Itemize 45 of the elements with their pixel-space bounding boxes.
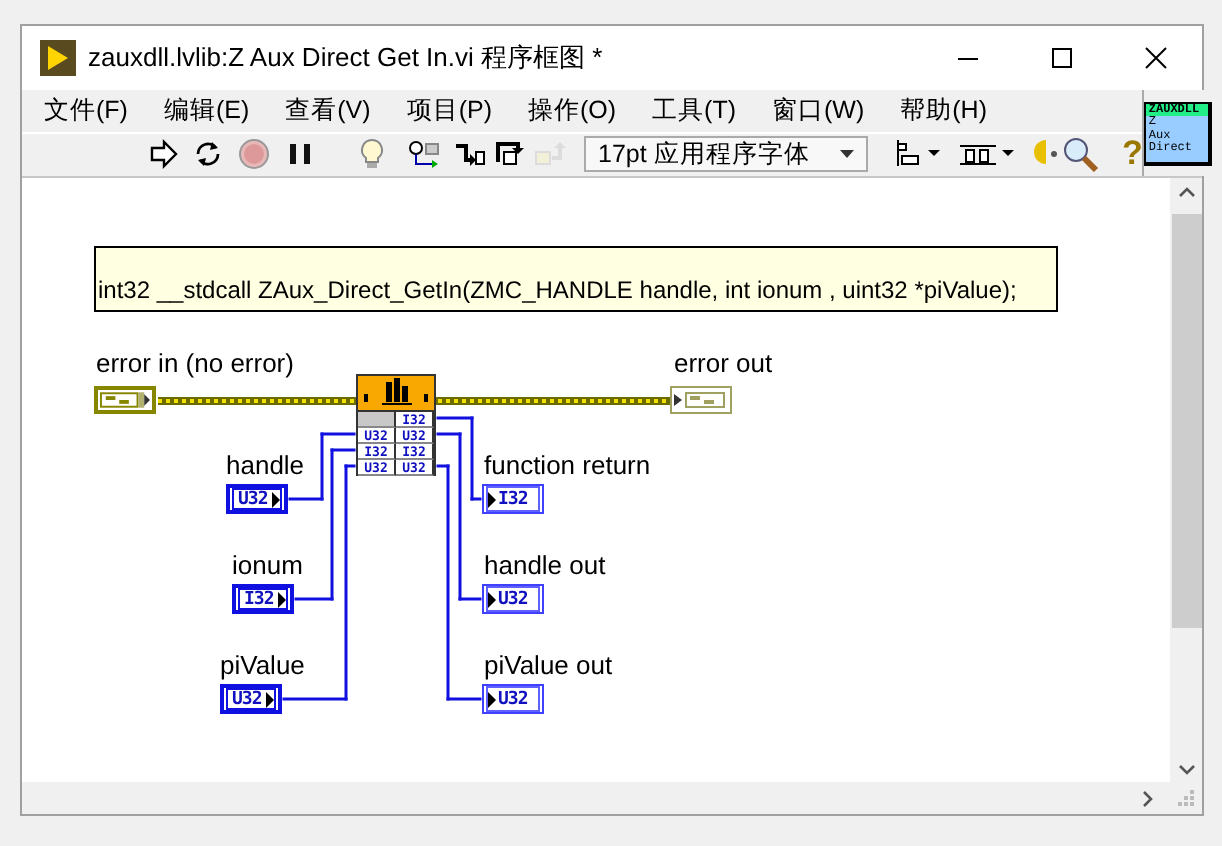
numeric-control[interactable]: U32 — [220, 684, 282, 714]
help-button[interactable]: ? — [1122, 136, 1143, 173]
control-label: handle — [226, 450, 305, 480]
resize-grip-icon — [1178, 790, 1194, 806]
run-continuous-icon[interactable] — [192, 138, 224, 171]
indicator-label: function return — [484, 450, 651, 480]
indicator-label: piValue out — [484, 650, 613, 680]
light-bulb-icon[interactable] — [356, 138, 388, 171]
error-out-terminal — [670, 386, 732, 414]
step-over-icon[interactable] — [494, 138, 526, 171]
app-logo-icon — [40, 40, 76, 76]
indicator-label: handle out — [484, 550, 606, 580]
error-in-terminal — [94, 386, 156, 414]
scroll-down-icon[interactable] — [1177, 764, 1195, 776]
close-icon[interactable] — [1143, 46, 1167, 70]
scrollbar-thumb[interactable] — [1171, 214, 1201, 628]
numeric-indicator: I32 — [482, 484, 544, 514]
menu-item[interactable]: 工具(T) — [634, 90, 755, 131]
window-title: zauxdll.lvlib:Z Aux Direct Get In.vi 程序框图 * — [88, 40, 605, 76]
font-dropdown[interactable]: 17pt 应用程序字体 — [584, 136, 868, 173]
menu-item[interactable]: 操作(O) — [509, 90, 635, 131]
menu-item[interactable]: 窗口(W) — [754, 90, 883, 131]
terminal-label: error in (no error) — [96, 348, 294, 378]
numeric-control[interactable]: I32 — [232, 584, 294, 614]
run-arrow-icon[interactable] — [146, 138, 178, 171]
maximize-icon[interactable] — [1049, 46, 1073, 70]
menu-item[interactable]: 编辑(E) — [145, 90, 268, 131]
numeric-indicator: U32 — [482, 584, 544, 614]
scroll-up-icon[interactable] — [1177, 186, 1195, 198]
control-label: piValue — [220, 650, 305, 680]
menu-item[interactable]: 帮助(H) — [882, 90, 1005, 131]
menu-item[interactable]: 项目(P) — [388, 90, 510, 131]
comment-box: int32 __stdcall ZAux_Direct_GetIn(ZMC_HANDLE handle, int ionum , uint32 *piValue); — [94, 246, 1058, 312]
control-label: ionum — [232, 550, 303, 580]
numeric-control[interactable]: U32 — [226, 484, 288, 514]
scroll-right-icon[interactable] — [1142, 789, 1154, 807]
terminal-label: error out — [674, 348, 773, 378]
search-icon[interactable] — [1060, 136, 1100, 173]
menu-item[interactable]: 文件(F) — [26, 90, 146, 131]
caret-icon — [840, 150, 854, 159]
numeric-indicator: U32 — [482, 684, 544, 714]
retain-wire-values-icon[interactable] — [408, 138, 440, 171]
menu-item[interactable]: 查看(V) — [267, 90, 389, 131]
library-icon — [358, 376, 434, 408]
step-into-icon[interactable] — [454, 138, 486, 171]
